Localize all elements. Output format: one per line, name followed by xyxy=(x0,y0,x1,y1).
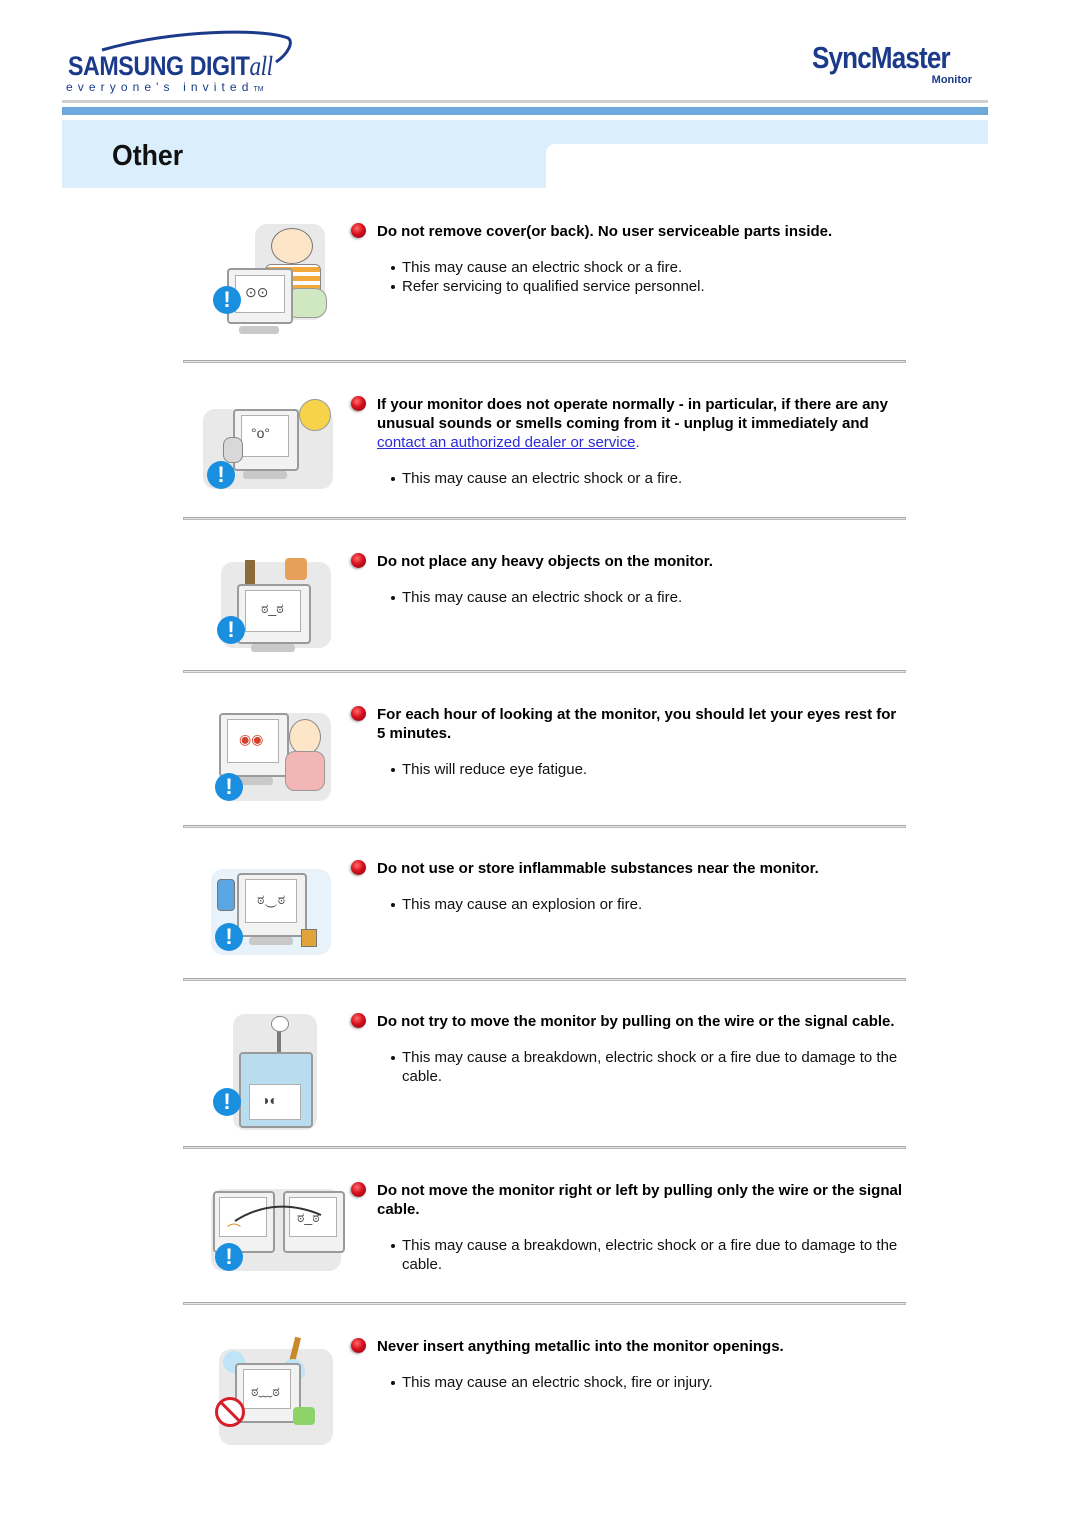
section-divider xyxy=(183,1146,906,1149)
item-content: Do not use or store inflammable substanc… xyxy=(351,859,906,915)
samsung-wordmark: SAMSUNG DIGITall xyxy=(68,51,273,81)
item-bullets: This may cause an electric shock or a fi… xyxy=(351,470,906,489)
cable-icon xyxy=(234,1205,322,1222)
item-bullets: This may cause a breakdown, electric sho… xyxy=(351,1049,906,1086)
monitor-subtitle: Monitor xyxy=(931,74,972,86)
section-divider xyxy=(183,360,906,363)
warning-icon: ! xyxy=(215,773,243,801)
bullet-text: This may cause an explosion or fire. xyxy=(391,896,906,915)
warning-icon: ! xyxy=(215,923,243,951)
item-content: Never insert anything metallic into the … xyxy=(351,1337,906,1393)
item-content: For each hour of looking at the monitor,… xyxy=(351,705,906,780)
header-divider-gray xyxy=(62,100,988,103)
title-band-notch xyxy=(546,144,988,188)
syncmaster-wordmark: SyncMaster xyxy=(812,40,951,75)
bullet-text: This may cause an electric shock or a fi… xyxy=(391,259,906,278)
item-heading: For each hour of looking at the monitor,… xyxy=(351,705,906,743)
red-bullet-icon xyxy=(351,706,366,721)
bullet-text: This may cause a breakdown, electric sho… xyxy=(391,1237,906,1274)
red-bullet-icon xyxy=(351,223,366,238)
item-content: Do not remove cover(or back). No user se… xyxy=(351,222,906,296)
warning-icon: ! xyxy=(215,1243,243,1271)
item-heading: Do not use or store inflammable substanc… xyxy=(351,859,906,878)
illustration-inflammable: ಠ‿ಠ ! xyxy=(193,859,333,989)
section-divider xyxy=(183,670,906,673)
contact-dealer-link[interactable]: contact an authorized dealer or service xyxy=(377,434,635,451)
red-bullet-icon xyxy=(351,1182,366,1197)
section-divider xyxy=(183,825,906,828)
item-heading: Do not place any heavy objects on the mo… xyxy=(351,552,906,571)
red-bullet-icon xyxy=(351,1013,366,1028)
item-heading: If your monitor does not operate normall… xyxy=(351,395,906,452)
prohibited-hand-icon xyxy=(215,1397,245,1427)
illustration-pull-cable: ◑◐ ! xyxy=(193,1012,333,1142)
item-content: Do not place any heavy objects on the mo… xyxy=(351,552,906,608)
item-heading: Do not try to move the monitor by pullin… xyxy=(351,1012,906,1031)
bullet-text: This may cause a breakdown, electric sho… xyxy=(391,1049,906,1086)
samsung-digitall-logo: SAMSUNG DIGITall everyone's invitedTM xyxy=(62,28,302,98)
item-bullets: This may cause an electric shock or a fi… xyxy=(351,589,906,608)
item-bullets: This will reduce eye fatigue. xyxy=(351,761,906,780)
item-heading: Do not remove cover(or back). No user se… xyxy=(351,222,906,241)
item-content: Do not move the monitor right or left by… xyxy=(351,1181,906,1274)
section-divider xyxy=(183,517,906,520)
section-divider xyxy=(183,978,906,981)
red-bullet-icon xyxy=(351,860,366,875)
syncmaster-logo: SyncMaster Monitor xyxy=(810,40,980,92)
illustration-move-by-wire: ︵ ಠ_ಠ ! xyxy=(193,1181,345,1311)
item-bullets: This may cause an electric shock, fire o… xyxy=(351,1374,906,1393)
warning-icon: ! xyxy=(207,461,235,489)
section-divider xyxy=(183,1302,906,1305)
bullet-text: This may cause an electric shock or a fi… xyxy=(391,470,906,489)
bullet-text: Refer servicing to qualified service per… xyxy=(391,278,906,297)
page-title: Other xyxy=(112,140,184,172)
red-bullet-icon xyxy=(351,553,366,568)
item-bullets: This may cause an explosion or fire. xyxy=(351,896,906,915)
illustration-heavy-objects: ಠ_ಠ ! xyxy=(193,552,333,682)
red-bullet-icon xyxy=(351,396,366,411)
item-bullets: This may cause an electric shock or a fi… xyxy=(351,259,906,296)
illustration-unplug: °o° ! xyxy=(193,395,333,525)
item-heading: Never insert anything metallic into the … xyxy=(351,1337,906,1356)
title-band xyxy=(62,120,988,188)
warning-icon: ! xyxy=(213,286,241,314)
item-bullets: This may cause a breakdown, electric sho… xyxy=(351,1237,906,1274)
warning-icon: ! xyxy=(213,1088,241,1116)
bullet-text: This will reduce eye fatigue. xyxy=(391,761,906,780)
item-content: If your monitor does not operate normall… xyxy=(351,395,906,489)
item-heading: Do not move the monitor right or left by… xyxy=(351,1181,906,1219)
bullet-text: This may cause an electric shock or a fi… xyxy=(391,589,906,608)
bullet-text: This may cause an electric shock, fire o… xyxy=(391,1374,906,1393)
red-bullet-icon xyxy=(351,1338,366,1353)
item-content: Do not try to move the monitor by pullin… xyxy=(351,1012,906,1086)
illustration-metal-object: ಠ﹏ಠ xyxy=(193,1336,333,1467)
tagline: everyone's invitedTM xyxy=(66,80,264,94)
warning-icon: ! xyxy=(217,616,245,644)
illustration-remove-cover: ⊙⊙ ! xyxy=(193,222,333,352)
header-divider-blue xyxy=(62,107,988,115)
illustration-eye-rest: ◉◉ ! xyxy=(193,705,333,835)
